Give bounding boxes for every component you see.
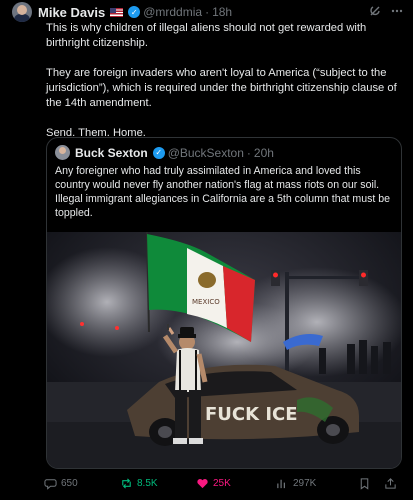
like-button[interactable]: 25K (196, 477, 276, 490)
like-count: 25K (213, 478, 231, 489)
tweet: Mike Davis ✓ @mrddmia · 18h This is why … (0, 1, 413, 500)
us-flag-icon (110, 7, 124, 17)
like-icon (197, 479, 208, 489)
tweet-paragraph: They are foreign invaders who aren't loy… (46, 67, 397, 109)
views-button[interactable]: 297K (276, 477, 358, 490)
share-icon (385, 478, 396, 489)
repost-icon (122, 478, 131, 489)
share-button[interactable] (384, 477, 404, 490)
quoted-tweet-text: Any foreigner who had truly assimilated … (55, 165, 391, 219)
reply-count: 650 (61, 478, 78, 489)
quoted-tweet-header: Buck Sexton ✓ @BuckSexton · 20h (47, 138, 401, 160)
repost-count: 8.5K (137, 478, 158, 489)
flag-text: MEXICO (192, 298, 220, 306)
grok-icon[interactable] (369, 5, 381, 20)
separator: · (205, 5, 210, 19)
more-icon[interactable] (391, 5, 403, 20)
repost-button[interactable]: 8.5K (120, 477, 196, 490)
quoted-photo[interactable]: FUCK ICE MEXICO (47, 232, 401, 468)
views-icon (277, 479, 285, 489)
action-bar: 650 8.5K 25K 297K (44, 477, 404, 490)
riot-scene-image: FUCK ICE MEXICO (47, 232, 401, 468)
quoted-author-handle: @BuckSexton (167, 145, 244, 160)
tweet-paragraph: This is why children of illegal aliens s… (46, 22, 367, 49)
avatar[interactable] (12, 2, 32, 22)
verified-badge-icon: ✓ (152, 146, 165, 159)
view-count: 297K (293, 478, 317, 489)
quoted-avatar[interactable] (55, 145, 70, 160)
bookmark-button[interactable] (358, 477, 384, 490)
author-name[interactable]: Mike Davis (38, 5, 105, 20)
reply-button[interactable]: 650 (44, 477, 120, 490)
verified-badge-icon[interactable]: ✓ (128, 6, 141, 18)
tweet-header: Mike Davis ✓ @mrddmia · 18h (12, 1, 403, 23)
timestamp[interactable]: 18h (212, 5, 232, 19)
quoted-timestamp: 20h (253, 145, 274, 160)
bookmark-icon (360, 478, 369, 490)
quoted-tweet[interactable]: Buck Sexton ✓ @BuckSexton · 20h Any fore… (46, 137, 402, 469)
author-handle[interactable]: @mrddmia (143, 5, 202, 19)
separator: · (246, 145, 251, 160)
car-graffiti: FUCK ICE (205, 404, 298, 425)
quoted-author-name[interactable]: Buck Sexton (75, 146, 148, 160)
tweet-text: This is why children of illegal aliens s… (46, 21, 403, 141)
reply-icon (44, 479, 57, 490)
